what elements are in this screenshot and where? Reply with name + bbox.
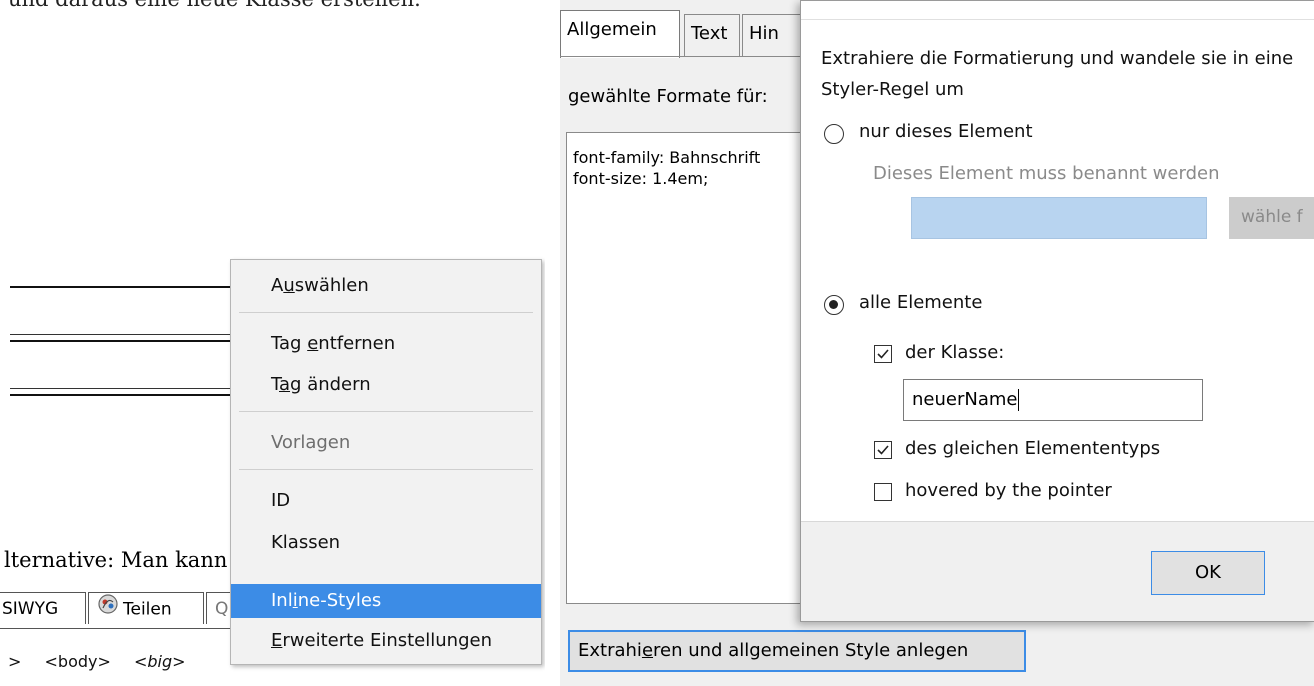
menu-item-erweiterte-einstellungen[interactable]: Erweiterte Einstellungen — [231, 624, 541, 658]
document-text-alternative: lternative: Man kann — [4, 548, 228, 572]
menu-separator — [239, 312, 533, 313]
document-line — [10, 334, 232, 335]
document-line — [10, 340, 232, 342]
checkbox-class-label[interactable]: der Klasse: — [905, 342, 1004, 363]
menu-item-auswaehlen[interactable]: Auswählen — [231, 269, 541, 303]
checkbox-same-type-label[interactable]: des gleichen Elemententyps — [905, 438, 1160, 459]
tab-bar-baseline — [0, 628, 235, 629]
extract-style-button[interactable]: Extrahieren und allgemeinen Style anlege… — [568, 630, 1026, 672]
breadcrumb: > <body> <big> — [8, 652, 186, 671]
extract-dialog: Extrahiere die Formatierung und wandele … — [800, 0, 1314, 622]
checkbox-class[interactable] — [874, 345, 892, 363]
breadcrumb-body[interactable]: <body> — [45, 652, 111, 671]
context-menu: Auswählen Tag entfernen Tag ändern Vorla… — [230, 259, 542, 665]
menu-item-inline-styles[interactable]: Inline-Styles — [231, 584, 541, 618]
menu-separator — [239, 469, 533, 470]
menu-item-vorlagen: Vorlagen — [271, 432, 351, 453]
tab-teilen[interactable]: Teilen — [88, 592, 204, 624]
checkmark-icon — [877, 445, 889, 455]
radio-all-elements[interactable] — [824, 295, 844, 315]
tab-allgemein[interactable]: Allgemein — [560, 10, 680, 58]
menu-separator — [239, 411, 533, 412]
choose-button: wähle f — [1229, 197, 1314, 239]
format-line: font-family: Bahnschrift — [573, 148, 761, 167]
tab-text[interactable]: Text — [684, 14, 740, 56]
checkbox-hovered-label[interactable]: hovered by the pointer — [905, 480, 1112, 501]
document-line — [10, 388, 232, 389]
breadcrumb-arrow[interactable]: > — [8, 652, 21, 671]
radio-all-label[interactable]: alle Elemente — [859, 292, 982, 313]
radio-only-this-label[interactable]: nur dieses Element — [859, 121, 1033, 142]
formats-list[interactable]: font-family: Bahnschrift font-size: 1.4e… — [566, 132, 818, 604]
radio-only-this-element[interactable] — [824, 124, 844, 144]
dialog-intro-line2: Styler-Regel um — [821, 79, 964, 100]
format-line: font-size: 1.4em; — [573, 169, 709, 188]
element-name-input — [911, 197, 1207, 239]
document-line — [10, 286, 232, 288]
ok-button[interactable]: OK — [1151, 551, 1265, 595]
must-be-named-hint: Dieses Element muss benannt werden — [873, 163, 1220, 184]
document-text-top: und daraus eine neue Klasse erstellen. — [8, 0, 421, 11]
breadcrumb-big[interactable]: <big> — [134, 652, 186, 671]
checkbox-hovered[interactable] — [874, 483, 892, 501]
right-panel: Allgemein Text Hin gewählte Formate für:… — [560, 0, 1314, 686]
menu-item-tag-aendern[interactable]: Tag ändern — [231, 368, 541, 402]
document-line — [10, 394, 232, 396]
menu-item-tag-entfernen[interactable]: Tag entfernen — [231, 327, 541, 361]
left-panel: und daraus eine neue Klasse erstellen. l… — [0, 0, 545, 686]
checkmark-icon — [877, 349, 889, 359]
formats-label: gewählte Formate für: — [568, 86, 768, 107]
dialog-intro-line1: Extrahiere die Formatierung und wandele … — [821, 48, 1294, 69]
class-name-input[interactable]: neuerName — [903, 379, 1203, 421]
menu-item-klassen[interactable]: Klassen — [231, 526, 541, 560]
share-icon — [97, 593, 119, 626]
dialog-title-bar — [801, 1, 1314, 20]
menu-item-id[interactable]: ID — [231, 484, 541, 518]
checkbox-same-type[interactable] — [874, 441, 892, 459]
text-caret — [1018, 389, 1020, 411]
tab-wysiwyg[interactable]: SIWYG — [0, 592, 86, 624]
